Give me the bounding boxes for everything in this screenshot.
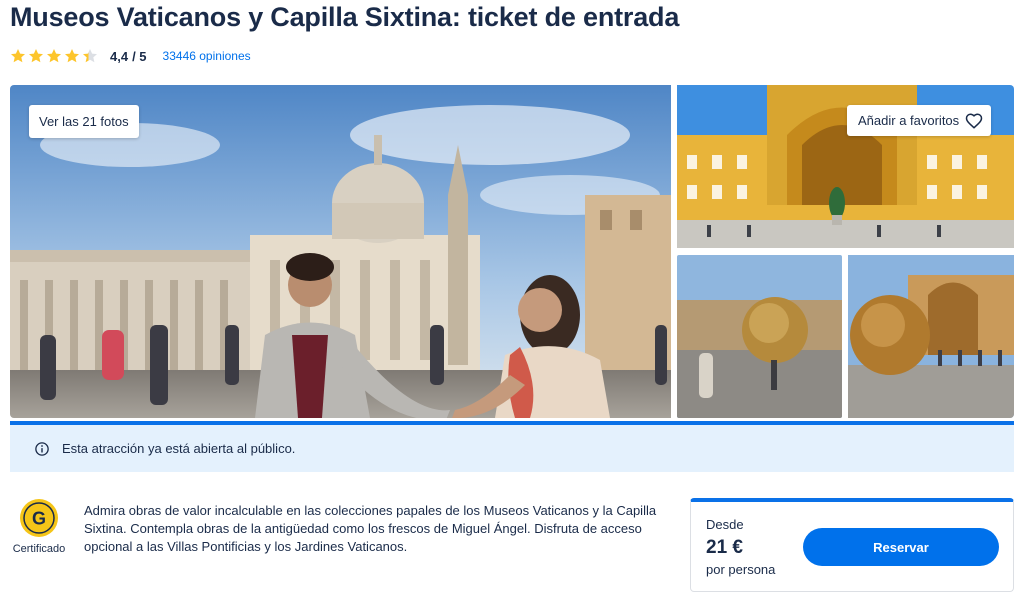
gallery-photo-courtyard[interactable]: Añadir a favoritos xyxy=(677,85,1014,248)
certified-label: Certificado xyxy=(12,543,66,555)
notice-text: Esta atracción ya está abierta al públic… xyxy=(62,441,296,456)
rating-stars xyxy=(10,48,98,64)
price-box: Desde 21 € por persona Reservar xyxy=(690,498,1014,592)
certified-badge: G Certificado xyxy=(8,498,70,555)
price-from-label: Desde xyxy=(706,517,744,532)
star-icon xyxy=(10,48,26,64)
photo-gallery: Ver las 21 fotos Añadir a favoritos xyxy=(10,85,1014,418)
see-all-photos-button[interactable]: Ver las 21 fotos xyxy=(29,105,139,138)
star-icon xyxy=(64,48,80,64)
gallery-photo-sphere-1[interactable] xyxy=(677,255,842,418)
gallery-photo-main[interactable]: Ver las 21 fotos xyxy=(10,85,671,418)
star-icon xyxy=(28,48,44,64)
star-icon xyxy=(82,48,98,64)
certified-badge-icon: G xyxy=(19,498,59,538)
add-to-favorites-button[interactable]: Añadir a favoritos xyxy=(847,105,992,136)
rating-row: 4,4 / 5 33446 opiniones xyxy=(10,46,251,66)
notice-banner: Esta atracción ya está abierta al públic… xyxy=(10,421,1014,472)
add-to-favorites-label: Añadir a favoritos xyxy=(858,113,960,128)
price-amount: 21 € xyxy=(706,537,743,558)
reserve-button[interactable]: Reservar xyxy=(803,528,999,566)
rating-out-of: / 5 xyxy=(132,48,147,64)
price-per-person: por persona xyxy=(706,562,776,577)
heart-icon xyxy=(965,112,983,130)
rating-score: 4,4 xyxy=(110,48,129,64)
badge-letter: G xyxy=(32,509,46,529)
star-icon xyxy=(46,48,62,64)
gallery-photo-sphere-2[interactable] xyxy=(848,255,1014,418)
reviews-link[interactable]: 33446 opiniones xyxy=(163,49,251,63)
info-icon xyxy=(35,441,49,456)
activity-description: Admira obras de valor incalculable en la… xyxy=(84,503,657,554)
page-title: Museos Vaticanos y Capilla Sixtina: tick… xyxy=(10,2,680,32)
